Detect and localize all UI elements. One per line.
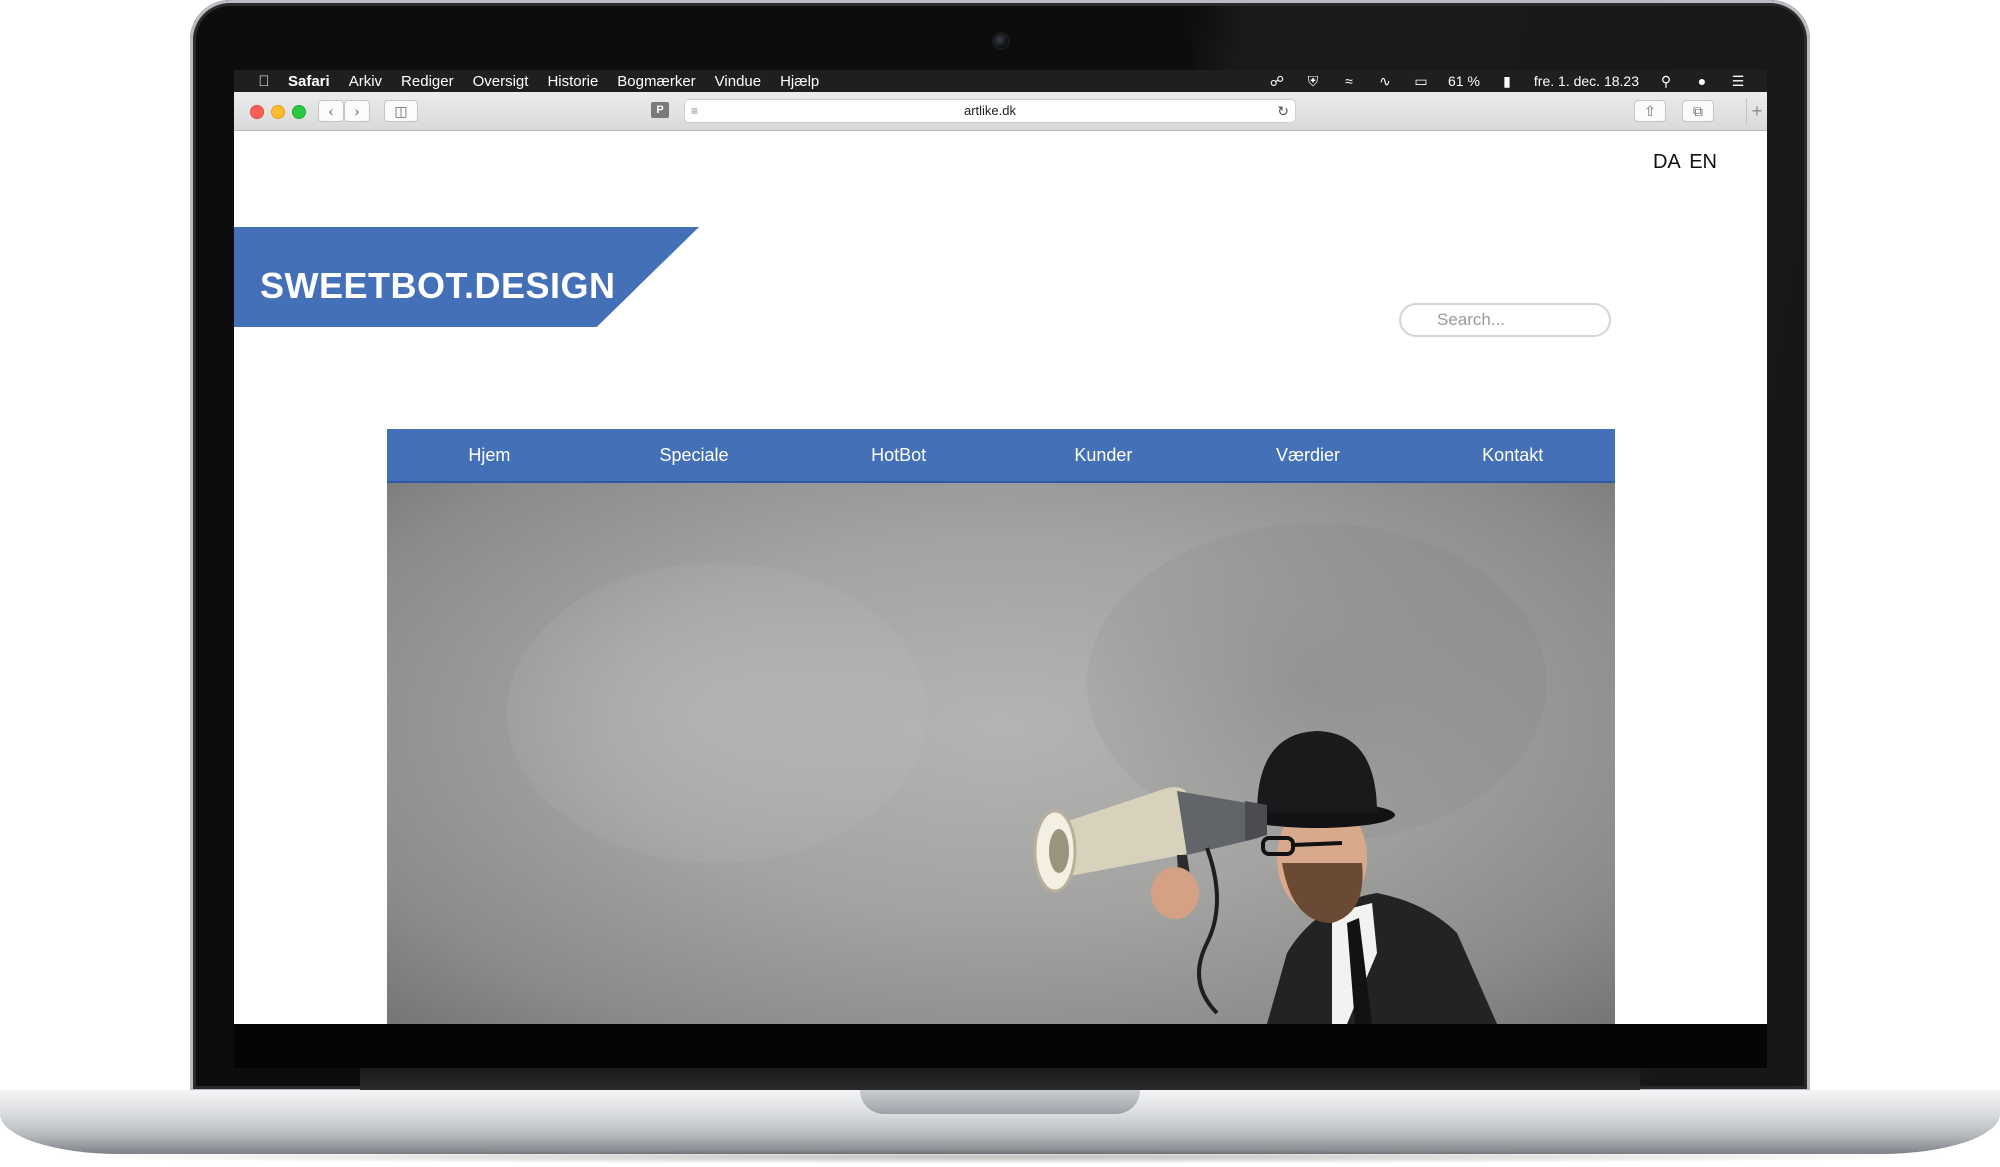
hinge: [360, 1068, 1640, 1090]
airplay-icon[interactable]: ▭: [1412, 73, 1430, 90]
reload-icon[interactable]: ↻: [1277, 100, 1289, 122]
close-button[interactable]: [250, 105, 264, 119]
menu-item-oversigt[interactable]: Oversigt: [473, 73, 529, 90]
main-nav: Hjem Speciale HotBot Kunder Værdier Kont…: [387, 429, 1615, 483]
screen:  Safari Arkiv Rediger Oversigt Historie…: [234, 70, 1767, 1024]
nav-item-hjem[interactable]: Hjem: [387, 429, 592, 481]
url-text: artlike.dk: [963, 103, 1017, 118]
creative-cloud-icon[interactable]: ☍: [1268, 73, 1286, 90]
web-page: DA EN SWEETBOT.DESIGN Hjem Speciale HotB…: [234, 131, 1767, 1024]
nav-item-kontakt[interactable]: Kontakt: [1410, 429, 1615, 481]
nav-item-vaerdier[interactable]: Værdier: [1206, 429, 1411, 481]
back-button[interactable]: ‹: [318, 100, 344, 122]
extension-button[interactable]: P: [651, 102, 669, 118]
menu-bar:  Safari Arkiv Rediger Oversigt Historie…: [234, 70, 1767, 92]
address-bar[interactable]: ≡ artlike.dk ↻: [684, 99, 1296, 123]
sidebar-icon[interactable]: ◫: [384, 100, 418, 122]
hero-image: [387, 483, 1615, 1024]
menu-app[interactable]: Safari: [288, 73, 330, 90]
wifi-icon[interactable]: ∿: [1376, 73, 1394, 90]
search-input[interactable]: [1399, 303, 1611, 337]
spotlight-icon[interactable]: ⚲: [1657, 73, 1675, 90]
screen-bezel-bottom: [234, 1024, 1767, 1068]
notification-list-icon[interactable]: ☰: [1729, 73, 1747, 90]
site-logo[interactable]: SWEETBOT.DESIGN: [260, 265, 616, 307]
menu-item-hjaelp[interactable]: Hjælp: [780, 73, 819, 90]
siri-icon[interactable]: ●: [1693, 73, 1711, 89]
nav-item-kunder[interactable]: Kunder: [1001, 429, 1206, 481]
menu-item-arkiv[interactable]: Arkiv: [349, 73, 382, 90]
tabs-icon[interactable]: ⧉: [1682, 100, 1714, 122]
wave-icon[interactable]: ≈: [1340, 73, 1358, 89]
browser-toolbar: ‹ › ◫ P ≡ artlike.dk ↻ ⇧ ⧉ +: [234, 92, 1767, 131]
apple-icon[interactable]: : [254, 73, 274, 90]
clock[interactable]: fre. 1. dec. 18.23: [1534, 73, 1639, 89]
man-with-megaphone-illustration: [1033, 731, 1497, 1024]
menu-item-vindue[interactable]: Vindue: [715, 73, 761, 90]
menu-item-rediger[interactable]: Rediger: [401, 73, 454, 90]
lang-en-link[interactable]: EN: [1689, 151, 1717, 173]
share-icon[interactable]: ⇧: [1634, 100, 1666, 122]
shield-icon[interactable]: ⛨: [1304, 73, 1322, 90]
nav-item-speciale[interactable]: Speciale: [592, 429, 797, 481]
language-switcher: DA EN: [1649, 151, 1717, 174]
nav-item-hotbot[interactable]: HotBot: [796, 429, 1001, 481]
battery-icon[interactable]: ▮: [1498, 73, 1516, 90]
forward-button[interactable]: ›: [344, 100, 370, 122]
base-shadow: [40, 1150, 1960, 1164]
reader-icon[interactable]: ≡: [691, 100, 698, 122]
menu-item-historie[interactable]: Historie: [547, 73, 598, 90]
new-tab-icon[interactable]: +: [1746, 98, 1767, 124]
status-area: ☍ ⛨ ≈ ∿ ▭ 61 % ▮ fre. 1. dec. 18.23 ⚲ ● …: [1268, 70, 1747, 92]
lang-da-link[interactable]: DA: [1653, 151, 1680, 173]
zoom-button[interactable]: [292, 105, 306, 119]
camera: [994, 34, 1008, 48]
base-notch: [860, 1090, 1140, 1114]
menu-item-bogmaerker[interactable]: Bogmærker: [617, 73, 695, 90]
battery-percent[interactable]: 61 %: [1448, 73, 1480, 89]
minimize-button[interactable]: [271, 105, 285, 119]
